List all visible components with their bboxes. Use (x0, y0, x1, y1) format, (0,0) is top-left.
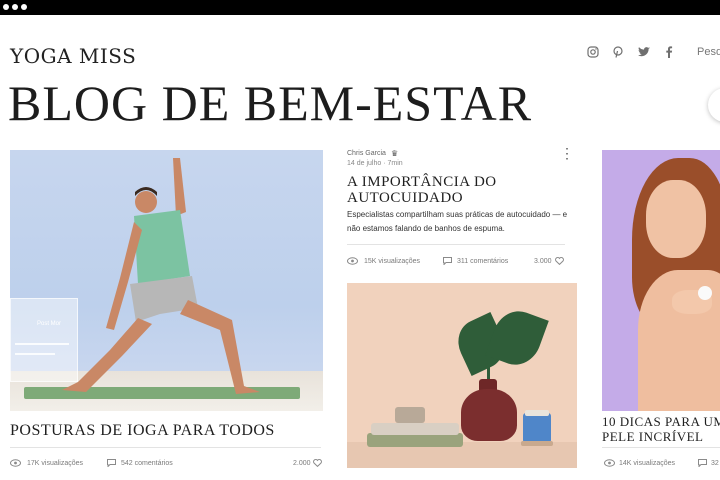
views-count: 14K visualizações (619, 460, 676, 467)
post-title-line: A IMPORTÂNCIA DO (347, 174, 497, 190)
cream (698, 286, 712, 300)
candle (523, 413, 551, 443)
more-options-icon[interactable]: ⋮ (560, 146, 574, 160)
post-image-skin[interactable] (602, 150, 720, 411)
page-title: BLOG DE BEM-ESTAR (8, 75, 533, 131)
scroll-next-button[interactable] (708, 88, 720, 122)
eye-icon (347, 257, 358, 267)
views-count: 17K visualizações (27, 460, 84, 467)
towel (371, 423, 459, 435)
post-date: 14 de julho · 7min (347, 160, 403, 167)
likes-count: 2.000 (293, 460, 311, 467)
facebook-icon[interactable] (662, 46, 676, 60)
pinterest-icon[interactable] (611, 46, 625, 60)
post-author[interactable]: Chris Garcia (347, 150, 386, 157)
post-image-selfcare[interactable] (347, 283, 577, 468)
overlay-card: Post Mor (10, 298, 78, 382)
views-count: 15K visualizações (364, 258, 421, 265)
window-dot-icon[interactable] (3, 4, 9, 10)
window-dot-icon[interactable] (21, 4, 27, 10)
post-title-line: AUTOCUIDADO (347, 190, 464, 206)
search-link[interactable]: Pesq (697, 46, 720, 58)
saucer (521, 441, 553, 446)
eye-icon (10, 459, 21, 469)
overlay-text: Post Mor (37, 321, 62, 327)
window-dot-icon[interactable] (12, 4, 18, 10)
divider (602, 447, 720, 448)
heart-icon[interactable] (313, 459, 322, 469)
post-title-line: 10 DICAS PARA UMA (602, 414, 720, 429)
comment-icon[interactable] (698, 459, 707, 469)
towel (395, 407, 425, 423)
post-title[interactable]: 10 DICAS PARA UMA PELE INCRÍVEL (602, 414, 720, 444)
comments-count[interactable]: 542 comentários (121, 460, 173, 467)
post-excerpt: Especialistas compartilham suas práticas… (347, 210, 568, 233)
post-title-line: PELE INCRÍVEL (602, 429, 704, 444)
face (646, 180, 706, 258)
instagram-icon[interactable] (586, 46, 600, 60)
comments-count[interactable]: 311 comentários (457, 258, 508, 265)
window-top-bar (0, 0, 720, 15)
divider (347, 244, 565, 245)
brand-name[interactable]: YOGA MISS (10, 44, 136, 68)
twitter-icon[interactable] (637, 46, 651, 60)
crown-icon: ♛ (391, 149, 399, 158)
towel (367, 433, 463, 447)
likes-count: 3.000 (534, 258, 552, 265)
candle (525, 410, 549, 416)
comment-icon[interactable] (443, 257, 452, 267)
overlay-line (15, 343, 69, 345)
post-title[interactable]: POSTURAS DE IOGA PARA TODOS (10, 422, 275, 440)
post-title[interactable]: A IMPORTÂNCIA DO AUTOCUIDADO (347, 174, 497, 206)
comment-icon[interactable] (107, 459, 116, 469)
overlay-line (15, 353, 55, 355)
vase (461, 389, 517, 441)
heart-icon[interactable] (555, 257, 564, 267)
comments-count[interactable]: 32 (711, 460, 719, 467)
eye-icon (604, 459, 615, 469)
divider (10, 447, 321, 448)
post-image-yoga[interactable]: Post Mor (10, 150, 323, 411)
